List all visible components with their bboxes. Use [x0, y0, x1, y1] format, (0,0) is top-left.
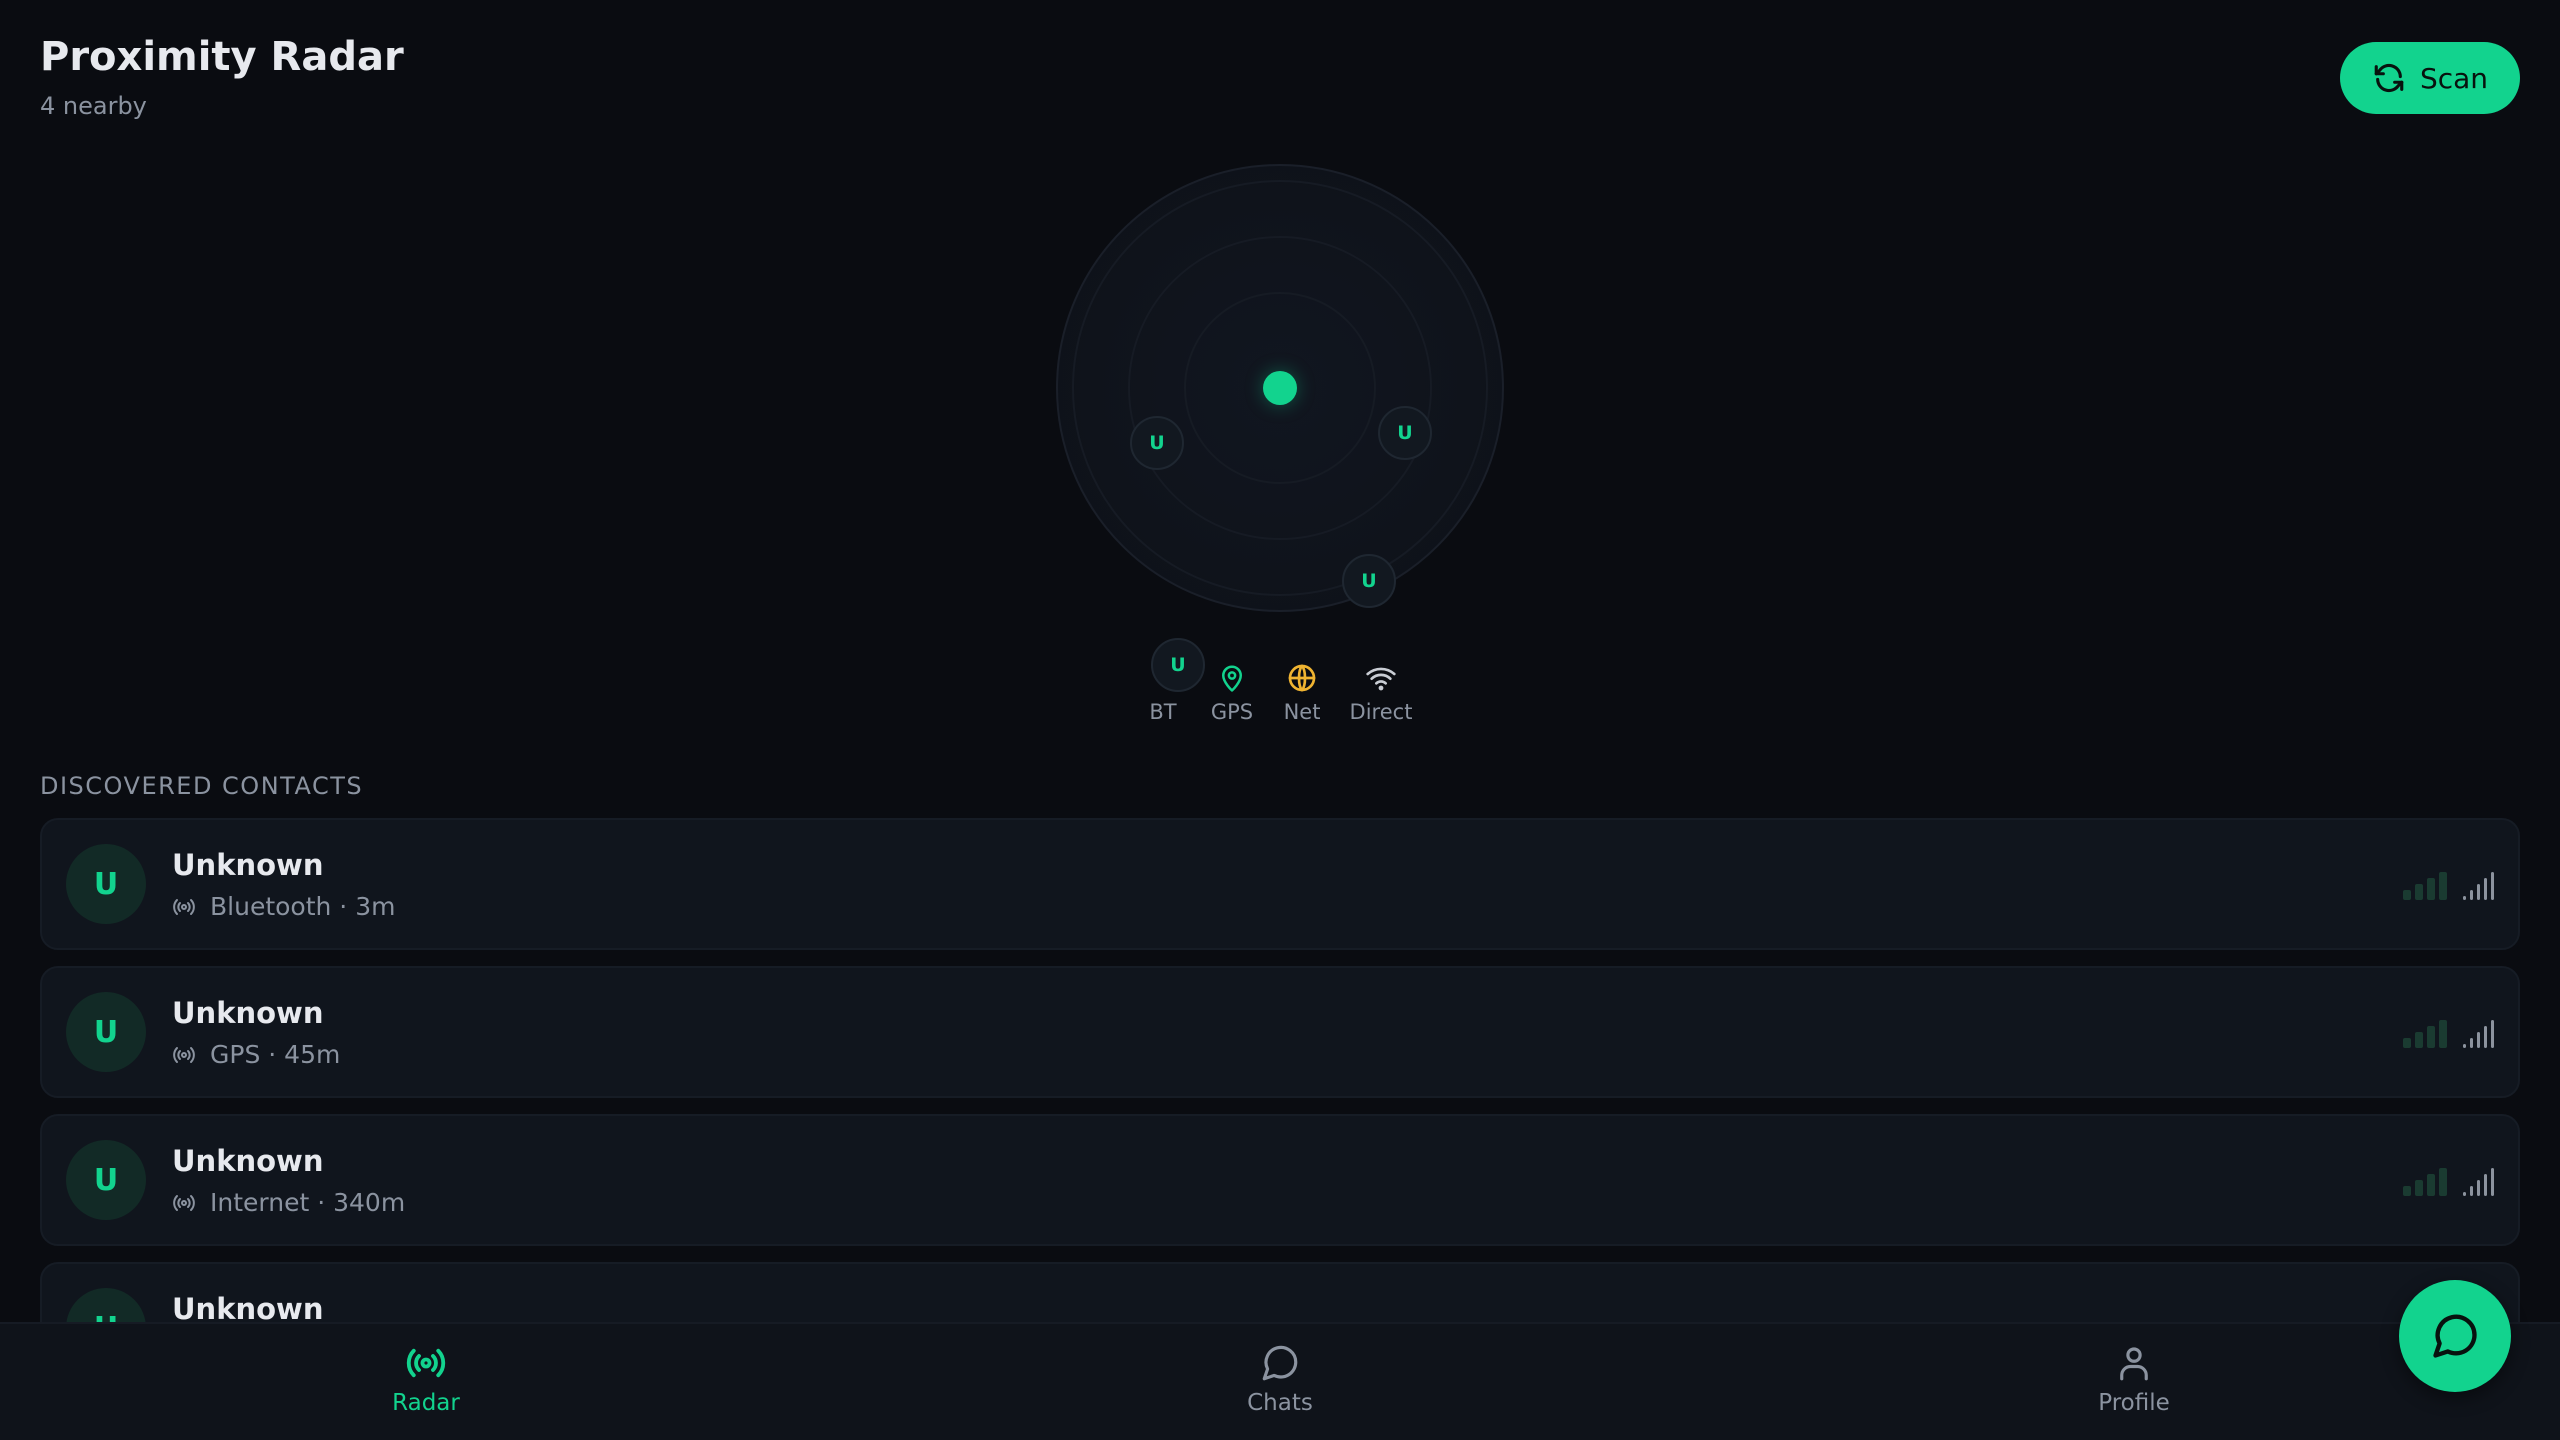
legend-label: GPS	[1210, 700, 1254, 724]
broadcast-icon	[173, 1194, 195, 1211]
globe-icon	[1288, 664, 1316, 692]
map-pin-icon	[1222, 665, 1242, 692]
signal-bars-dim	[2403, 1162, 2447, 1196]
signal-bars-icon	[2463, 1162, 2494, 1196]
user-icon	[2120, 1347, 2148, 1381]
legend-item-net: Net	[1280, 660, 1324, 724]
contact-card[interactable]: U Unknown Bluetooth · 3m	[40, 818, 2520, 950]
legend-label: Net	[1283, 700, 1321, 724]
scan-button[interactable]: Scan	[2340, 42, 2520, 114]
nav-item-chats[interactable]: Chats	[1180, 1342, 1380, 1416]
broadcast-icon	[173, 1046, 195, 1063]
contact-name: Unknown	[172, 996, 324, 1030]
chat-bubble-icon	[1262, 1345, 1298, 1381]
app-root: Proximity Radar 4 nearby Scan U U U U BT…	[0, 0, 2560, 1440]
bottom-nav: Radar Chats Profile	[0, 1322, 2560, 1440]
avatar: U	[66, 844, 146, 924]
legend-item-gps: GPS	[1208, 660, 1256, 724]
contact-distance: GPS · 45m	[210, 1040, 341, 1069]
avatar: U	[66, 1140, 146, 1220]
chat-bubble-icon	[2433, 1314, 2477, 1358]
contact-name: Unknown	[172, 1292, 324, 1326]
self-position-dot	[1263, 371, 1297, 405]
contact-name: Unknown	[172, 1144, 324, 1178]
signal-bars-dim	[2403, 1014, 2447, 1048]
legend-item-bt: BT	[1148, 660, 1178, 724]
contact-name: Unknown	[172, 848, 324, 882]
wifi-icon	[1366, 667, 1396, 691]
radar-peer[interactable]: U	[1378, 406, 1432, 460]
contact-meta: Bluetooth · 3m	[172, 892, 395, 921]
radar-peer[interactable]: U	[1130, 416, 1184, 470]
new-chat-button[interactable]	[2399, 1280, 2511, 1392]
signal-strength	[2403, 1162, 2494, 1196]
signal-bars-icon	[2463, 1014, 2494, 1048]
nearby-count: 4 nearby	[40, 92, 147, 120]
avatar: U	[66, 992, 146, 1072]
nav-label: Radar	[392, 1390, 460, 1416]
contact-card[interactable]: U Unknown GPS · 45m	[40, 966, 2520, 1098]
nav-item-profile[interactable]: Profile	[2034, 1342, 2234, 1416]
signal-strength	[2403, 866, 2494, 900]
refresh-icon	[2374, 63, 2404, 93]
contact-card[interactable]: U Unknown Internet · 340m	[40, 1114, 2520, 1246]
nav-item-radar[interactable]: Radar	[326, 1342, 526, 1416]
page-title: Proximity Radar	[40, 34, 404, 80]
legend-label: BT	[1149, 700, 1177, 724]
broadcast-icon	[173, 898, 195, 915]
contact-meta: GPS · 45m	[172, 1040, 340, 1069]
signal-strength	[2403, 1014, 2494, 1048]
legend-item-direct: Direct	[1346, 660, 1416, 724]
nav-label: Profile	[2098, 1390, 2170, 1416]
radar-peer[interactable]: U	[1342, 554, 1396, 608]
bluetooth-peer-icon	[1148, 660, 1178, 696]
contact-meta: Internet · 340m	[172, 1188, 405, 1217]
signal-bars-dim	[2403, 866, 2447, 900]
contact-distance: Bluetooth · 3m	[210, 892, 396, 921]
radar-icon	[406, 1348, 446, 1378]
section-heading: DISCOVERED CONTACTS	[40, 772, 364, 800]
nav-label: Chats	[1247, 1390, 1313, 1416]
signal-bars-icon	[2463, 866, 2494, 900]
scan-button-label: Scan	[2419, 61, 2489, 95]
contact-distance: Internet · 340m	[210, 1188, 406, 1217]
legend-label: Direct	[1349, 700, 1413, 724]
